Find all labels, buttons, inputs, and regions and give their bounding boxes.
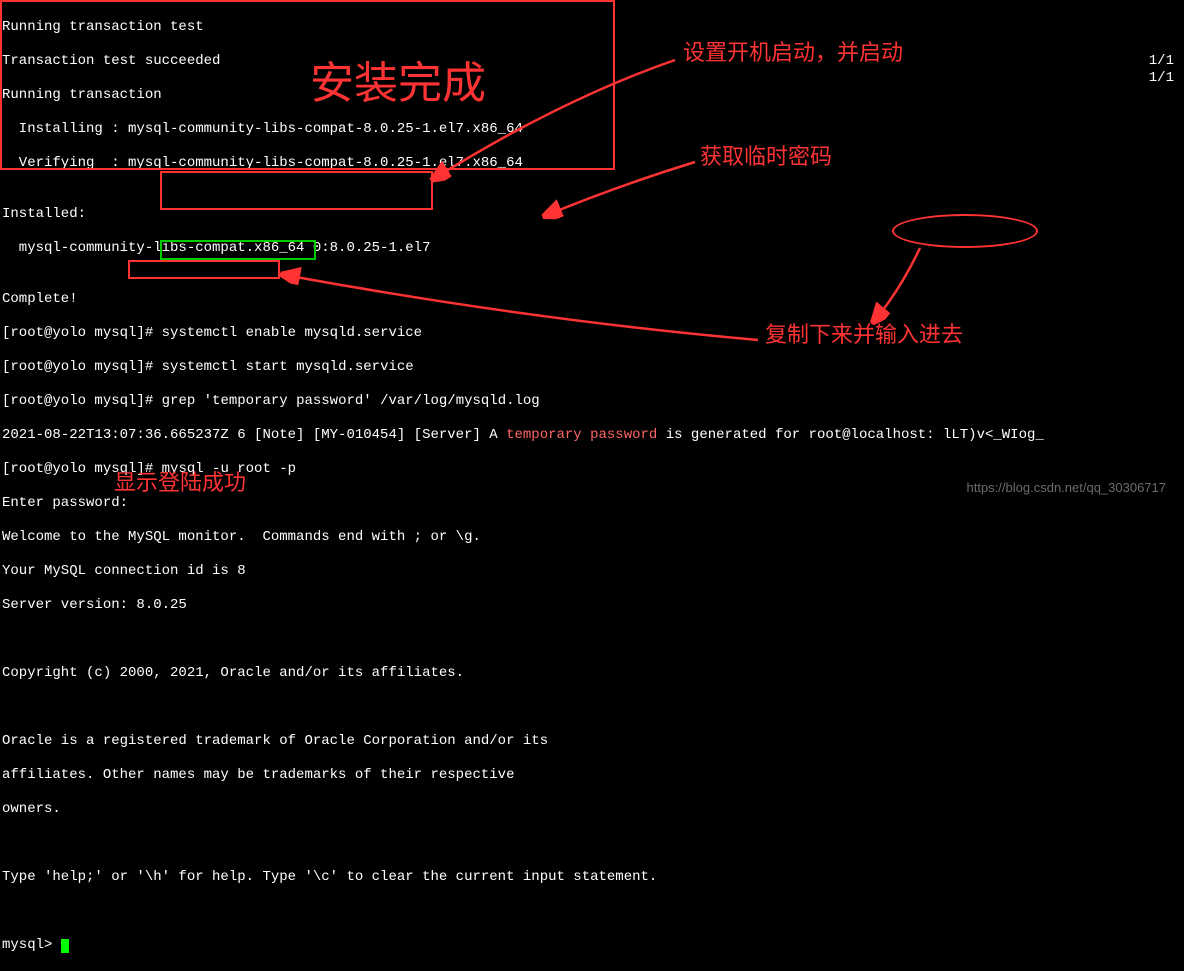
annotation-install-complete: 安装完成 [310,75,486,92]
output-line: Installing : mysql-community-libs-compat… [2,121,1184,138]
output-line: Verifying : mysql-community-libs-compat-… [2,155,1184,172]
output-line: affiliates. Other names may be trademark… [2,767,1184,784]
annotation-get-temp-pwd: 获取临时密码 [700,148,832,165]
output-line: Server version: 8.0.25 [2,597,1184,614]
shell-prompt: [root@yolo mysql]# [2,393,162,409]
command-text: grep 'temporary password' /var/log/mysql… [162,393,540,409]
highlighted-text: temporary password [506,427,657,443]
mysql-prompt-line[interactable]: mysql> [2,937,1184,954]
output-line [2,903,1184,920]
output-line: Welcome to the MySQL monitor. Commands e… [2,529,1184,546]
output-line: Installed: [2,206,1184,223]
output-line: owners. [2,801,1184,818]
output-line: Running transaction test [2,19,1184,36]
shell-prompt: [root@yolo mysql]# [2,325,162,341]
progress-fraction: 1/1 [1149,70,1174,87]
log-line: 2021-08-22T13:07:36.665237Z 6 [Note] [MY… [2,427,1184,444]
output-line: Oracle is a registered trademark of Orac… [2,733,1184,750]
output-line: Complete! [2,291,1184,308]
annotation-login-success: 显示登陆成功 [114,474,246,491]
cursor-icon [61,939,69,953]
progress-fraction: 1/1 [1149,53,1174,70]
output-line: Your MySQL connection id is 8 [2,563,1184,580]
password-prompt[interactable]: Enter password: [2,495,1184,512]
output-line: Type 'help;' or '\h' for help. Type '\c'… [2,869,1184,886]
output-line: Transaction test succeeded [2,53,1184,70]
command-line[interactable]: [root@yolo mysql]# grep 'temporary passw… [2,393,1184,410]
shell-prompt: [root@yolo mysql]# [2,359,162,375]
output-line [2,699,1184,716]
annotation-copy-input: 复制下来并输入进去 [765,326,963,343]
output-line: Copyright (c) 2000, 2021, Oracle and/or … [2,665,1184,682]
command-line[interactable]: [root@yolo mysql]# systemctl enable mysq… [2,325,1184,342]
output-line: Running transaction [2,87,1184,104]
annotation-set-boot: 设置开机启动，并启动 [683,44,903,61]
command-text: systemctl enable mysqld.service [162,325,422,341]
command-text: systemctl start mysqld.service [162,359,414,375]
output-line [2,631,1184,648]
output-line: mysql-community-libs-compat.x86_64 0:8.0… [2,240,1184,257]
command-line[interactable]: [root@yolo mysql]# systemctl start mysql… [2,359,1184,376]
output-line [2,835,1184,852]
watermark-text: https://blog.csdn.net/qq_30306717 [967,479,1167,496]
mysql-prompt: mysql> [2,937,61,953]
